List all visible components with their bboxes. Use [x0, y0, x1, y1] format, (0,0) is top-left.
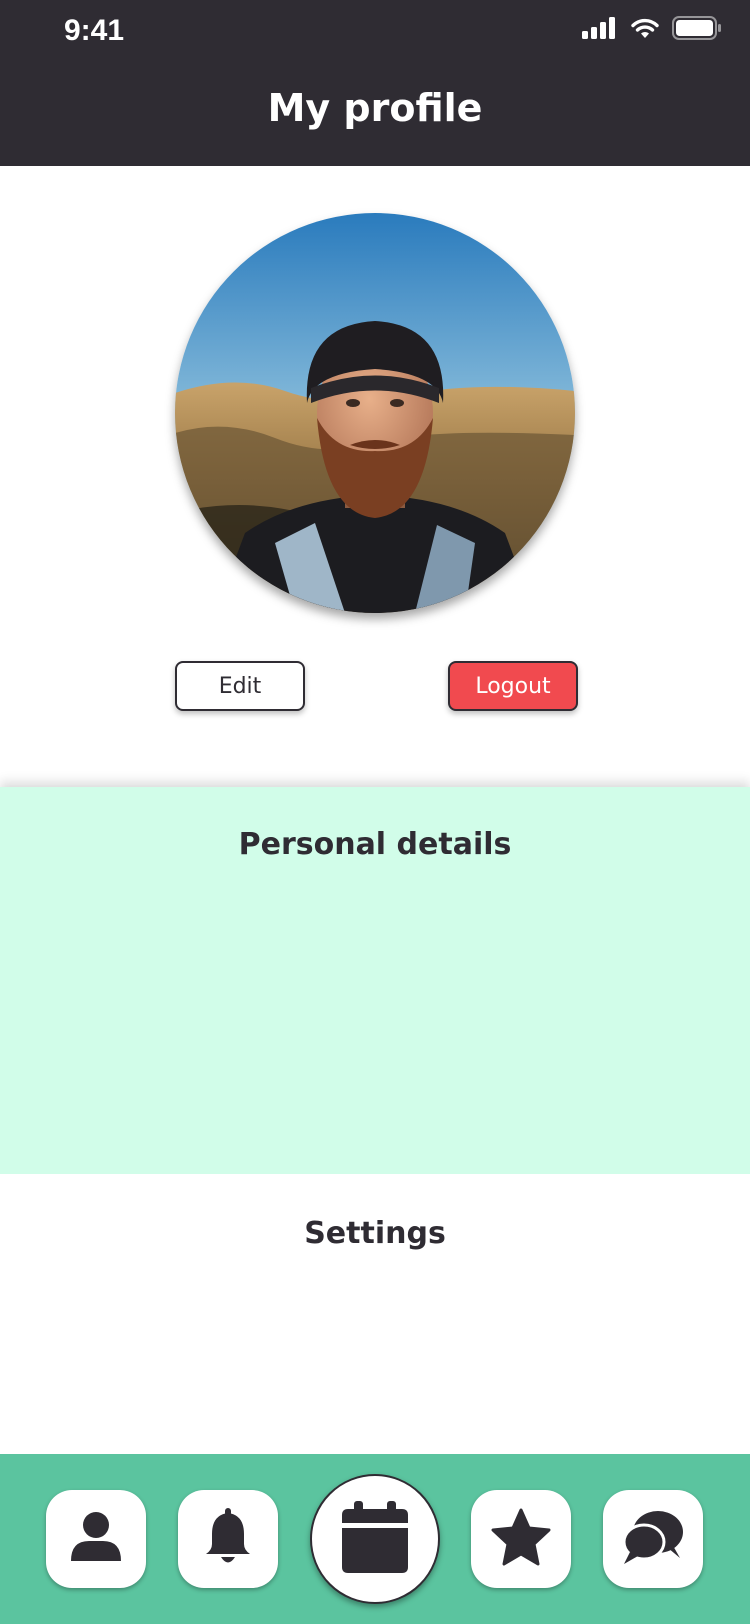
nav-notifications-button[interactable] — [178, 1490, 278, 1588]
calendar-icon — [342, 1501, 408, 1577]
page-title: My profile — [267, 86, 483, 130]
bell-icon — [204, 1508, 252, 1570]
nav-favorites-button[interactable] — [471, 1490, 571, 1588]
battery-icon — [672, 16, 722, 44]
avatar — [175, 213, 575, 613]
signal-icon — [582, 17, 618, 43]
nav-profile-button[interactable] — [46, 1490, 146, 1588]
star-icon — [491, 1508, 551, 1570]
status-icons — [582, 16, 722, 44]
nav-messages-button[interactable] — [603, 1490, 703, 1588]
settings-title: Settings — [304, 1216, 446, 1251]
user-icon — [69, 1511, 123, 1567]
chat-icon — [622, 1508, 684, 1570]
header-bar: 9:41 My profile — [0, 0, 750, 166]
edit-button[interactable]: Edit — [175, 661, 305, 711]
nav-calendar-button[interactable] — [310, 1474, 440, 1604]
personal-details-title: Personal details — [238, 827, 512, 862]
profile-screen: 9:41 My profile Edit Logout Personal det… — [0, 0, 750, 1624]
status-time: 9:41 — [64, 14, 125, 47]
wifi-icon — [630, 17, 660, 43]
settings-section: Settings — [0, 1174, 750, 1454]
logout-button[interactable]: Logout — [448, 661, 578, 711]
bottom-nav — [0, 1454, 750, 1624]
personal-details-section: Personal details — [0, 787, 750, 1174]
